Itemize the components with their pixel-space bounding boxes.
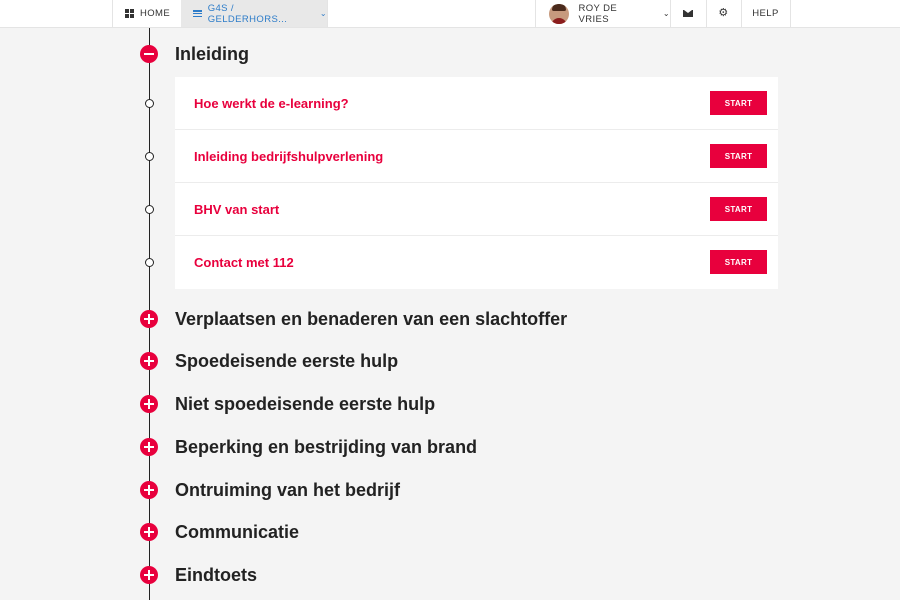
lesson-title-link[interactable]: BHV van start [194,202,279,217]
section-spoedeisende[interactable]: Spoedeisende eerste hulp [140,351,398,371]
home-nav-item[interactable]: HOME [113,0,181,27]
section-title: Inleiding [175,43,249,64]
user-name: ROY DE VRIES [578,2,618,25]
lesson-title-link[interactable]: Hoe werkt de e-learning? [194,96,349,111]
section-title: Niet spoedeisende eerste hulp [175,393,436,414]
list-item: Contact met 112 START [175,236,778,289]
settings-button[interactable]: ⚙ [706,0,741,27]
top-navbar: HOME G4S / GELDERHORS... ⌄ ROY DE VRIES … [0,0,900,28]
plus-icon[interactable] [140,352,158,370]
timeline-node [145,258,154,267]
minus-icon[interactable] [140,45,158,63]
section-title: Communicatie [175,521,300,542]
plus-icon[interactable] [140,566,158,584]
plus-icon[interactable] [140,395,158,413]
timeline-node [145,152,154,161]
section-brand[interactable]: Beperking en bestrijding van brand [140,437,477,457]
start-button[interactable]: START [710,91,767,115]
home-label: HOME [140,8,171,19]
grid-icon [125,9,134,18]
organization-label: G4S / GELDERHORS... [207,2,288,25]
plus-icon[interactable] [140,438,158,456]
lesson-title-link[interactable]: Inleiding bedrijfshulpverlening [194,149,383,164]
timeline-node [145,205,154,214]
section-ontruiming[interactable]: Ontruiming van het bedrijf [140,480,400,500]
user-menu[interactable]: ROY DE VRIES ⌄ [536,0,670,27]
section-niet-spoedeisende[interactable]: Niet spoedeisende eerste hulp [140,394,435,414]
start-button[interactable]: START [710,250,767,274]
divider [790,0,791,27]
section-title: Verplaatsen en benaderen van een slachto… [175,308,568,329]
chevron-down-icon: ⌄ [319,9,327,18]
menu-icon [193,10,202,17]
section-title: Ontruiming van het bedrijf [175,479,401,500]
divider [327,0,328,27]
timeline-node [145,99,154,108]
organization-dropdown[interactable]: G4S / GELDERHORS... ⌄ [181,0,327,27]
list-item: Hoe werkt de e-learning? START [175,77,778,130]
list-item: BHV van start START [175,183,778,236]
start-button[interactable]: START [710,144,767,168]
lesson-list: Hoe werkt de e-learning? START Inleiding… [175,77,778,289]
list-item: Inleiding bedrijfshulpverlening START [175,130,778,183]
help-label: HELP [752,8,779,19]
section-title: Beperking en bestrijding van brand [175,436,478,457]
section-eindtoets[interactable]: Eindtoets [140,565,257,585]
plus-icon[interactable] [140,481,158,499]
plus-icon[interactable] [140,523,158,541]
lesson-title-link[interactable]: Contact met 112 [194,255,294,270]
section-inleiding[interactable]: Inleiding [140,44,249,64]
section-title: Spoedeisende eerste hulp [175,350,399,371]
envelope-icon [683,10,693,17]
chevron-down-icon: ⌄ [662,9,670,18]
plus-icon[interactable] [140,310,158,328]
messages-button[interactable] [670,0,706,27]
start-button[interactable]: START [710,197,767,221]
avatar [549,3,569,24]
help-link[interactable]: HELP [741,0,790,27]
section-communicatie[interactable]: Communicatie [140,522,299,542]
section-verplaatsen[interactable]: Verplaatsen en benaderen van een slachto… [140,309,567,329]
gear-icon: ⚙ [718,7,729,19]
section-title: Eindtoets [175,564,258,585]
